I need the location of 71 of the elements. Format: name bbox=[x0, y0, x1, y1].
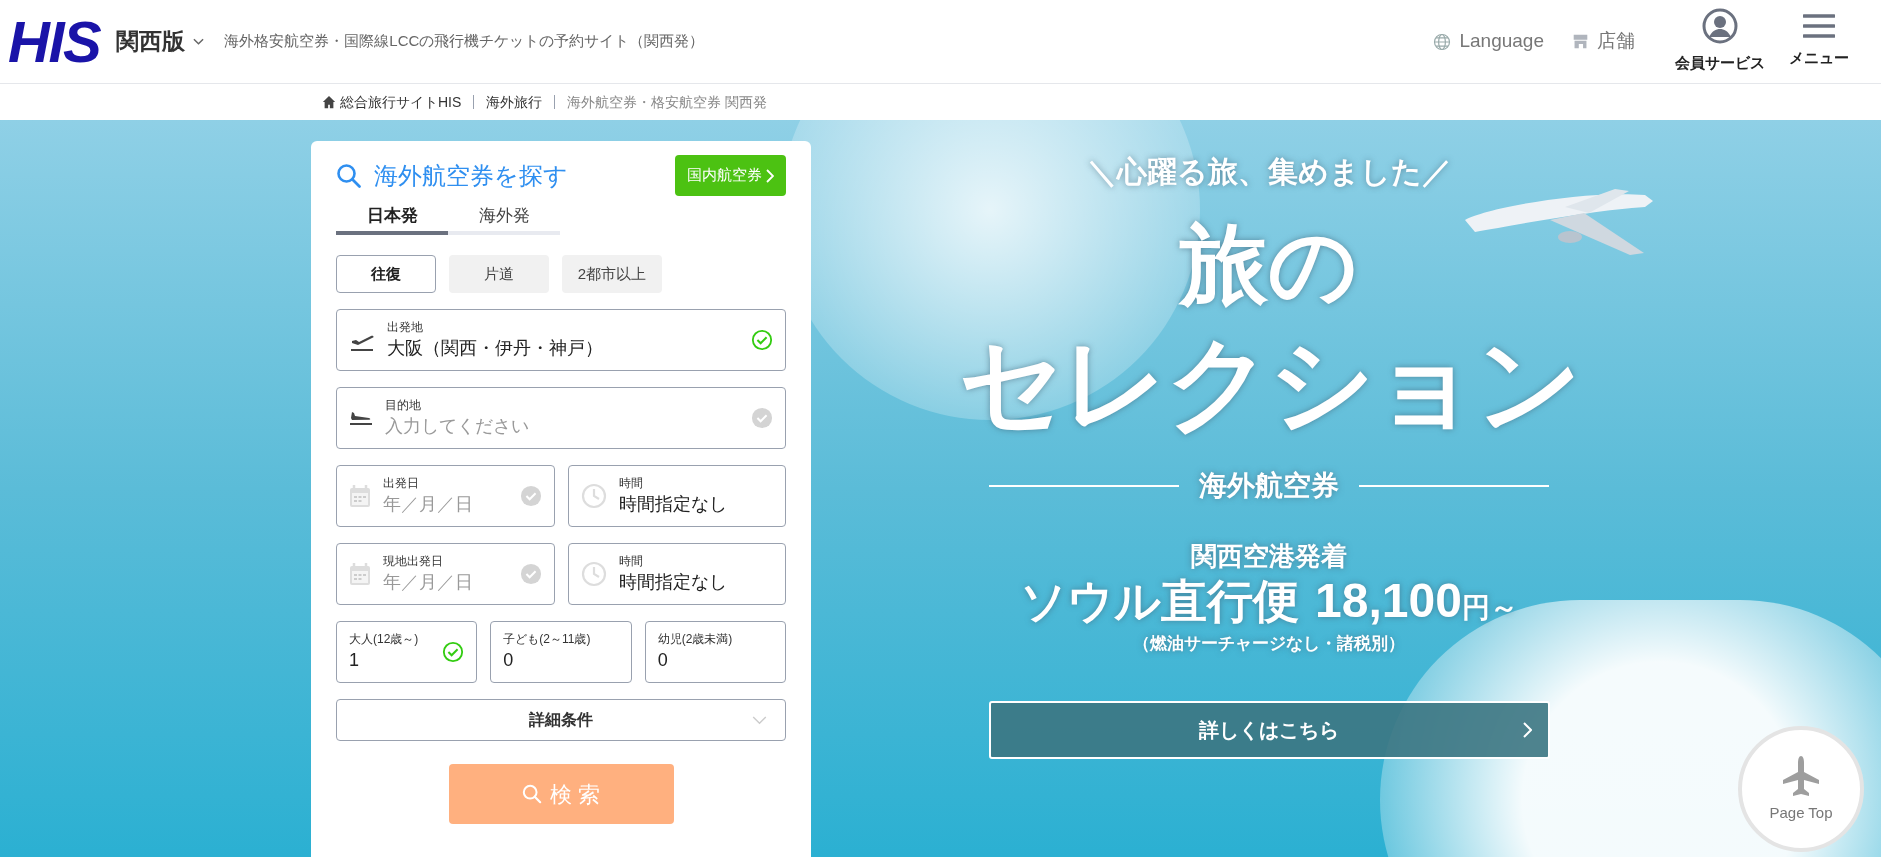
field-placeholder: 年／月／日 bbox=[383, 571, 474, 594]
field-label: 現地出発日 bbox=[383, 554, 444, 570]
banner-route: 関西空港発着 bbox=[1191, 543, 1347, 569]
menu-icon bbox=[1803, 13, 1835, 40]
search-icon bbox=[336, 162, 362, 189]
field-label: 出発地 bbox=[387, 320, 424, 336]
chevron-down-icon bbox=[193, 37, 205, 46]
destination-field[interactable]: 目的地 入力してください bbox=[336, 387, 786, 449]
landing-icon bbox=[349, 411, 373, 425]
field-label: 大人(12歳～) bbox=[349, 632, 420, 648]
field-label: 目的地 bbox=[385, 398, 422, 414]
language-link[interactable]: Language bbox=[1433, 27, 1544, 56]
field-value: 時間指定なし bbox=[618, 571, 728, 594]
field-placeholder: 年／月／日 bbox=[383, 493, 474, 516]
date-field[interactable]: 現地出発日 年／月／日 bbox=[336, 543, 555, 605]
site-tagline: 海外格安航空券・国際線LCCの飛行機チケットの予約サイト（関西発） bbox=[224, 31, 705, 52]
field-value: 大阪（関西・伊丹・神戸） bbox=[387, 337, 604, 360]
member-service-button[interactable]: 会員サービス bbox=[1675, 8, 1765, 75]
origin-field[interactable]: 出発地 大阪（関西・伊丹・神戸） bbox=[336, 309, 786, 371]
chevron-down-icon bbox=[752, 716, 767, 725]
field-value: 0 bbox=[657, 649, 669, 672]
passenger-count-field[interactable]: 大人(12歳～) 1 bbox=[336, 621, 478, 683]
time-field[interactable]: 時間 時間指定なし bbox=[567, 543, 786, 605]
banner-note: （燃油サーチャージなし・諸税別） bbox=[1133, 633, 1405, 655]
logo[interactable]: HIS bbox=[8, 12, 101, 71]
banner-offer: ソウル直行便 bbox=[1020, 578, 1300, 624]
field-value: 0 bbox=[503, 649, 515, 672]
search-title: 海外航空券を探す bbox=[374, 160, 568, 191]
date-field[interactable]: 出発日 年／月／日 bbox=[336, 465, 555, 527]
chevron-right-icon bbox=[1522, 721, 1532, 738]
trip-type-button[interactable]: 2都市以上 bbox=[562, 255, 662, 293]
calendar-icon bbox=[349, 562, 371, 586]
clock-icon bbox=[580, 561, 607, 587]
tab[interactable]: 海外発 bbox=[448, 201, 560, 235]
globe-icon bbox=[1433, 32, 1452, 51]
store-link[interactable]: 店舗 bbox=[1572, 27, 1635, 56]
banner-category: 海外航空券 bbox=[1199, 469, 1339, 503]
field-label: 時間 bbox=[618, 554, 644, 570]
details-button[interactable]: 詳しくはこちら bbox=[988, 700, 1550, 759]
banner-title: セレクション bbox=[958, 331, 1580, 435]
trip-type-button[interactable]: 片道 bbox=[449, 255, 549, 293]
airplane-icon bbox=[1781, 753, 1821, 798]
time-field[interactable]: 時間 時間指定なし bbox=[567, 465, 786, 527]
banner-title: 旅の bbox=[1180, 221, 1358, 309]
user-icon bbox=[1702, 8, 1738, 45]
field-label: 出発日 bbox=[383, 476, 420, 492]
store-icon bbox=[1572, 33, 1589, 50]
trip-type-button[interactable]: 往復 bbox=[336, 255, 436, 293]
breadcrumb-current: 海外航空券・格安航空券 関西発 bbox=[567, 92, 768, 112]
menu-button[interactable]: メニュー bbox=[1789, 13, 1849, 70]
banner-price: 18,100 bbox=[1315, 577, 1462, 625]
field-value: 1 bbox=[349, 649, 360, 672]
home-icon bbox=[322, 95, 336, 109]
chevron-right-icon bbox=[766, 168, 774, 183]
region-selector[interactable]: 関西版 bbox=[116, 24, 205, 59]
tab[interactable]: 日本発 bbox=[336, 201, 448, 235]
search-icon bbox=[521, 784, 542, 804]
passenger-count-field[interactable]: 子ども(2～11歳) 0 bbox=[490, 621, 632, 683]
price-unit: 円～ bbox=[1461, 594, 1518, 622]
detail-conditions-dropdown[interactable]: 詳細条件 bbox=[336, 699, 786, 741]
field-label: 幼児(2歳未満) bbox=[657, 632, 734, 648]
breadcrumb-link[interactable]: 総合旅行サイトHIS bbox=[322, 91, 462, 113]
clock-icon bbox=[580, 483, 607, 509]
banner-tagline: ＼心躍る旅、集めました／ bbox=[1086, 157, 1452, 187]
breadcrumb-link[interactable]: 海外旅行 bbox=[486, 91, 543, 113]
field-label: 子ども(2～11歳) bbox=[503, 632, 592, 648]
field-value: 時間指定なし bbox=[618, 493, 728, 516]
field-label: 時間 bbox=[618, 476, 644, 492]
field-placeholder: 入力してください bbox=[385, 415, 530, 438]
calendar-icon bbox=[349, 484, 371, 508]
passenger-count-field[interactable]: 幼児(2歳未満) 0 bbox=[644, 621, 786, 683]
